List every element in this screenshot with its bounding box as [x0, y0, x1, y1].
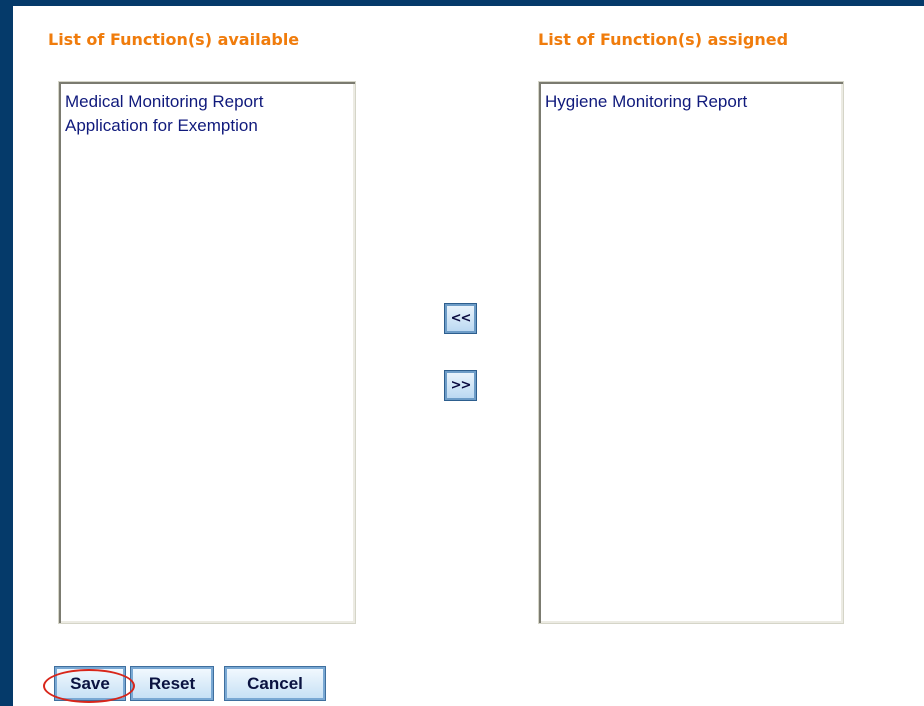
available-functions-heading: List of Function(s) available — [48, 30, 300, 49]
move-left-button[interactable]: << — [444, 303, 477, 334]
list-item[interactable]: Hygiene Monitoring Report — [544, 90, 838, 114]
assigned-functions-list[interactable]: Hygiene Monitoring Report — [538, 81, 844, 624]
list-item[interactable]: Application for Exemption — [64, 114, 350, 138]
list-item[interactable]: Medical Monitoring Report — [64, 90, 350, 114]
reset-button[interactable]: Reset — [130, 666, 214, 701]
window-frame-top — [0, 0, 924, 6]
available-functions-list[interactable]: Medical Monitoring Report Application fo… — [58, 81, 356, 624]
cancel-button[interactable]: Cancel — [224, 666, 326, 701]
save-button[interactable]: Save — [54, 666, 126, 701]
window-frame-left — [0, 0, 13, 706]
move-right-button[interactable]: >> — [444, 370, 477, 401]
assigned-functions-heading: List of Function(s) assigned — [538, 30, 789, 49]
